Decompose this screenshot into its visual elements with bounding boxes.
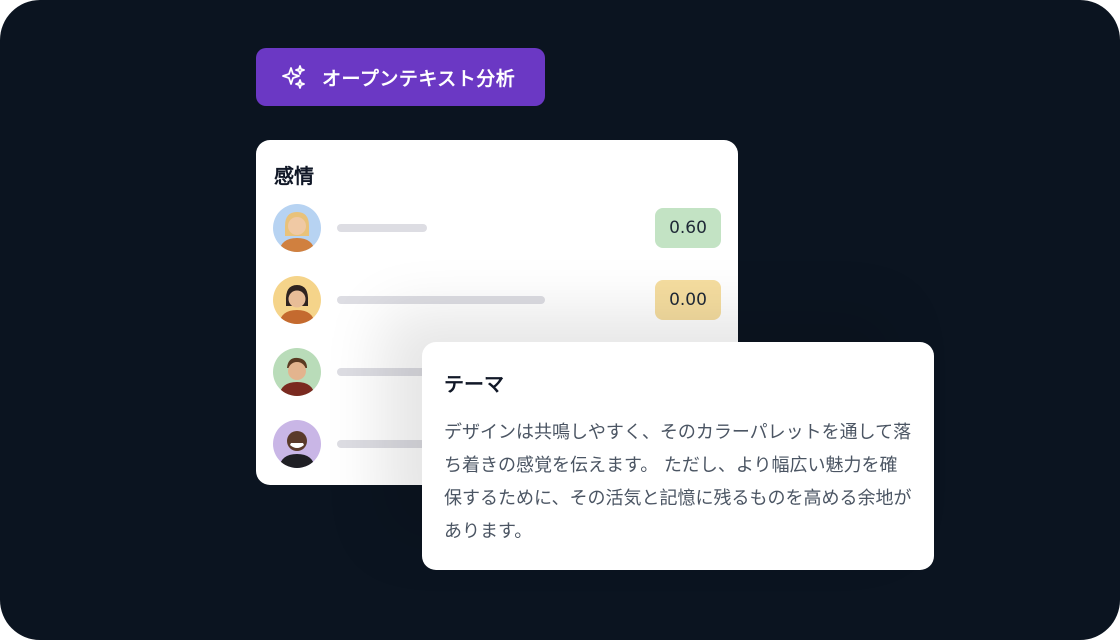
- avatar: [273, 420, 321, 468]
- canvas: オープンテキスト分析 感情 0.60 0.00 テーマ デザインは共鳴しやすく、…: [0, 0, 1120, 640]
- sparkles-icon: [280, 63, 308, 91]
- list-item: 0.00: [273, 276, 721, 324]
- list-item: 0.60: [273, 204, 721, 252]
- sentiment-score: 0.60: [655, 208, 721, 248]
- theme-card-title: テーマ: [444, 372, 504, 396]
- avatar: [273, 276, 321, 324]
- response-placeholder-bar: [337, 440, 427, 448]
- theme-card-body: デザインは共鳴しやすく、そのカラーパレットを通して落ち着きの感覚を伝えます。 た…: [444, 422, 912, 542]
- open-text-analysis-badge[interactable]: オープンテキスト分析: [256, 48, 545, 106]
- theme-card: テーマ デザインは共鳴しやすく、そのカラーパレットを通して落ち着きの感覚を伝えま…: [422, 342, 934, 570]
- response-placeholder-bar: [337, 368, 427, 376]
- sentiment-score: 0.00: [655, 280, 721, 320]
- response-placeholder-bar: [337, 224, 427, 232]
- response-placeholder-bar: [337, 296, 545, 304]
- avatar: [273, 204, 321, 252]
- badge-label: オープンテキスト分析: [322, 67, 516, 90]
- sentiment-card-title: 感情: [274, 164, 314, 188]
- avatar: [273, 348, 321, 396]
